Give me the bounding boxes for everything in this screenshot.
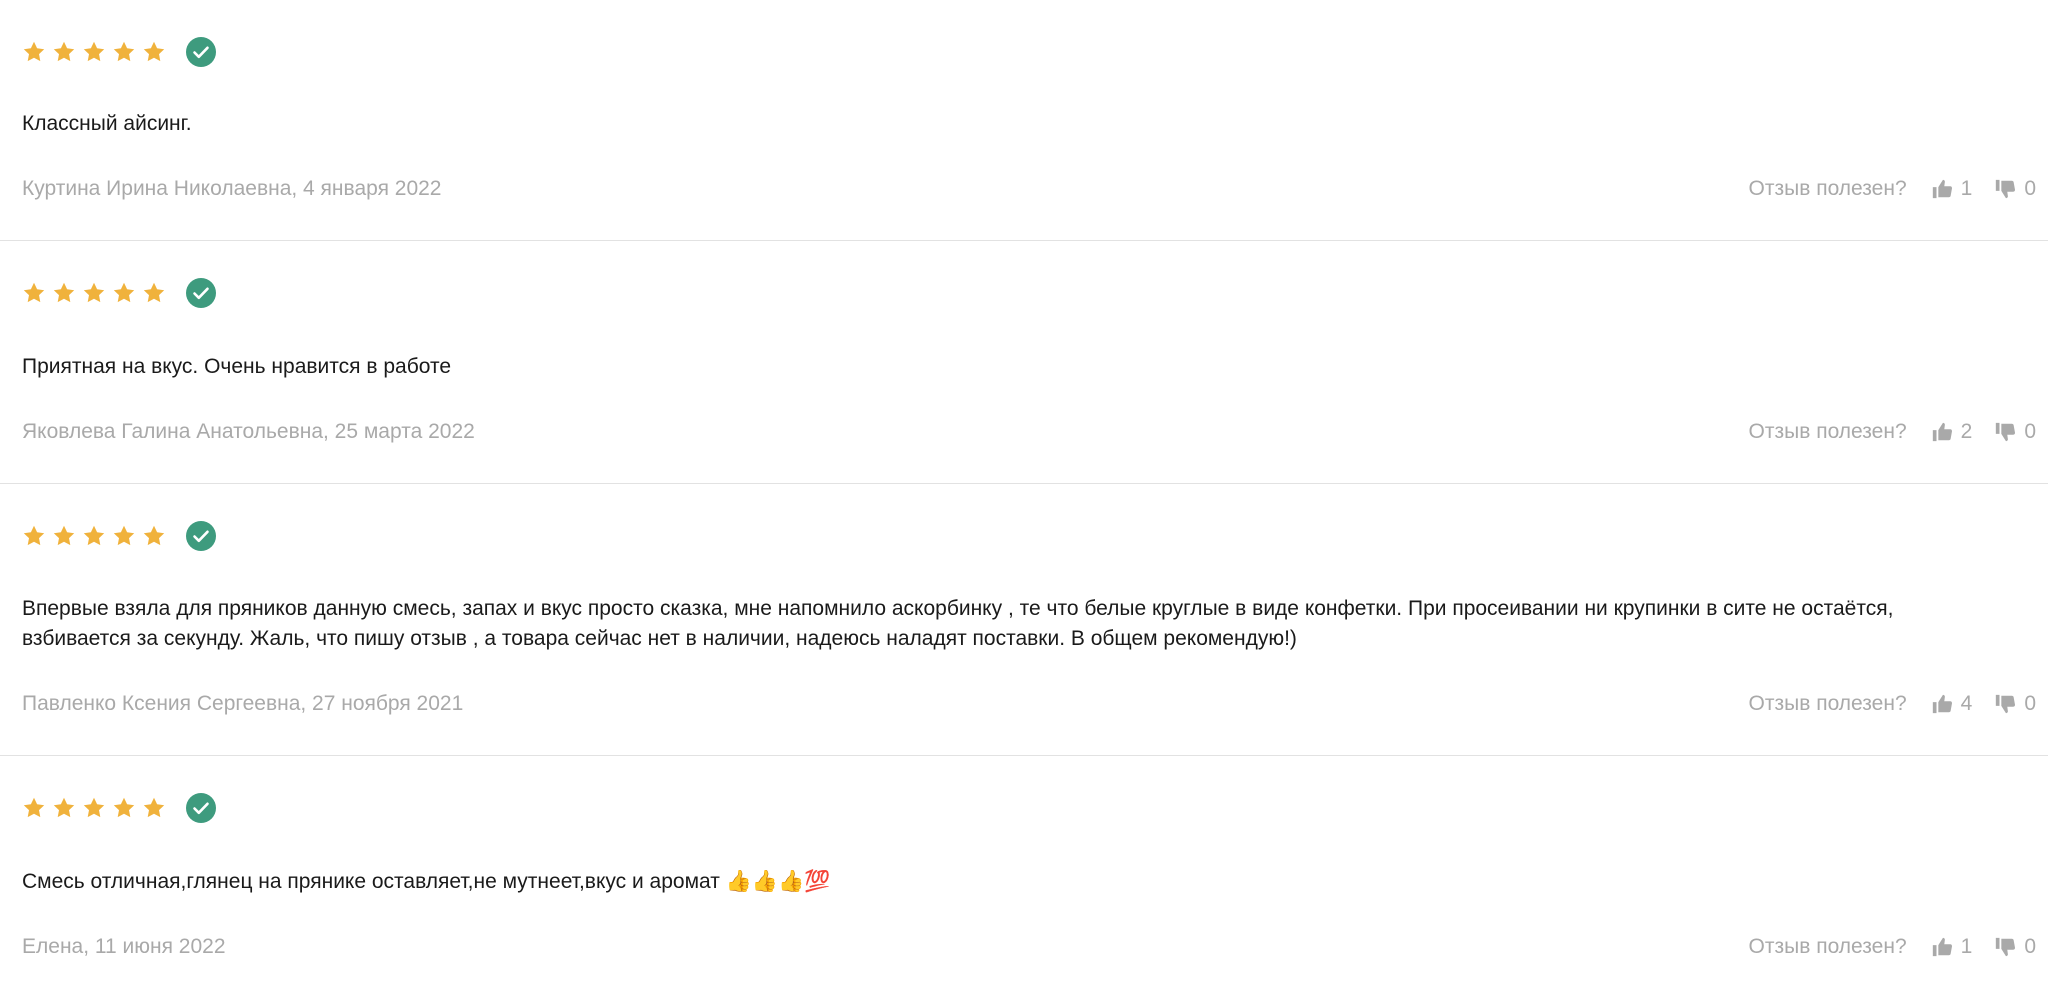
review-text: Приятная на вкус. Очень нравится в работ…: [22, 355, 452, 378]
like-count: 1: [1960, 177, 1973, 200]
star-icon: [142, 524, 166, 548]
dislike-button[interactable]: 0: [1994, 177, 2036, 201]
dislike-button[interactable]: 0: [1994, 692, 2036, 716]
star-icon: [112, 524, 136, 548]
review-meta: Павленко Ксения Сергеевна, 27 ноября 202…: [22, 689, 2036, 719]
review-author-date: Куртина Ирина Николаевна, 4 января 2022: [22, 177, 442, 200]
star-icon: [22, 796, 46, 820]
helpful-question: Отзыв полезен?: [1748, 420, 1907, 443]
like-button[interactable]: 1: [1931, 177, 1973, 201]
star-rating: [22, 36, 216, 68]
like-button[interactable]: 1: [1931, 935, 1973, 959]
star-icon: [112, 40, 136, 64]
verified-check-icon: [186, 37, 216, 67]
helpful-block: Отзыв полезен? 1 0: [1749, 177, 2036, 201]
dislike-count: 0: [2024, 420, 2036, 443]
star-icon: [82, 40, 106, 64]
thumbs-down-icon: [1996, 422, 2016, 442]
helpful-block: Отзыв полезен? 1 0: [1749, 935, 2036, 959]
helpful-block: Отзыв полезен? 4 0: [1749, 692, 2036, 716]
review-item: Приятная на вкус. Очень нравится в работ…: [0, 241, 2048, 484]
star-rating: [22, 520, 216, 552]
verified-check-icon: [186, 521, 216, 551]
star-icon: [52, 796, 76, 820]
review-text: Классный айсинг.: [22, 112, 192, 135]
review-author-date: Павленко Ксения Сергеевна, 27 ноября 202…: [22, 692, 464, 715]
star-icon: [82, 796, 106, 820]
thumbs-up-icon: [1932, 422, 1952, 442]
like-button[interactable]: 2: [1931, 420, 1973, 444]
thumbs-up-icon: [1932, 694, 1952, 714]
star-rating: [22, 792, 216, 824]
star-icon: [112, 281, 136, 305]
star-icon: [52, 281, 76, 305]
like-count: 4: [1960, 692, 1973, 715]
like-count: 2: [1960, 420, 1973, 443]
thumbs-up-icon: [1932, 179, 1952, 199]
thumbs-up-icon: [1932, 937, 1952, 957]
helpful-question: Отзыв полезен?: [1748, 935, 1907, 958]
review-author-date: Елена, 11 июня 2022: [22, 935, 226, 958]
review-item: Впервые взяла для пряников данную смесь,…: [0, 484, 2048, 756]
star-rating: [22, 277, 216, 309]
verified-check-icon: [186, 793, 216, 823]
star-icon: [52, 40, 76, 64]
helpful-question: Отзыв полезен?: [1748, 177, 1907, 200]
star-icon: [142, 796, 166, 820]
thumbs-down-icon: [1996, 694, 2016, 714]
dislike-count: 0: [2024, 935, 2036, 958]
verified-check-icon: [186, 278, 216, 308]
dislike-button[interactable]: 0: [1994, 935, 2036, 959]
star-icon: [82, 524, 106, 548]
star-icon: [112, 796, 136, 820]
dislike-button[interactable]: 0: [1994, 420, 2036, 444]
dislike-count: 0: [2024, 692, 2036, 715]
star-icon: [22, 281, 46, 305]
dislike-count: 0: [2024, 177, 2036, 200]
review-meta: Яковлева Галина Анатольевна, 25 марта 20…: [22, 417, 2036, 447]
like-button[interactable]: 4: [1931, 692, 1973, 716]
star-icon: [52, 524, 76, 548]
like-count: 1: [1960, 935, 1973, 958]
helpful-question: Отзыв полезен?: [1748, 692, 1907, 715]
helpful-block: Отзыв полезен? 2 0: [1749, 420, 2036, 444]
reviews-list: Классный айсинг. Куртина Ирина Николаевн…: [0, 0, 2048, 995]
star-icon: [22, 40, 46, 64]
review-author-date: Яковлева Галина Анатольевна, 25 марта 20…: [22, 420, 475, 443]
review-text: Смесь отличная,глянец на прянике оставля…: [22, 870, 831, 893]
star-icon: [22, 524, 46, 548]
star-icon: [142, 40, 166, 64]
review-text: Впервые взяла для пряников данную смесь,…: [22, 597, 1894, 650]
review-meta: Елена, 11 июня 2022 Отзыв полезен? 1 0: [22, 932, 2036, 962]
thumbs-down-icon: [1996, 179, 2016, 199]
review-meta: Куртина Ирина Николаевна, 4 января 2022 …: [22, 174, 2036, 204]
review-item: Классный айсинг. Куртина Ирина Николаевн…: [0, 0, 2048, 241]
review-item: Смесь отличная,глянец на прянике оставля…: [0, 756, 2048, 995]
thumbs-down-icon: [1996, 937, 2016, 957]
star-icon: [82, 281, 106, 305]
star-icon: [142, 281, 166, 305]
